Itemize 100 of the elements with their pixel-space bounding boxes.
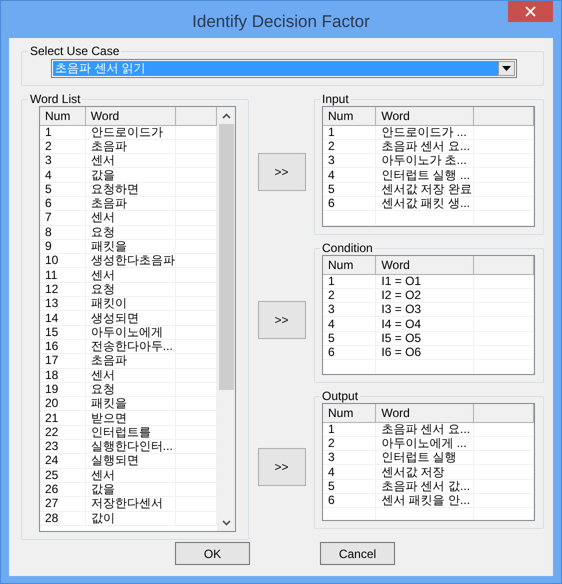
table-cell: 20 [40,396,86,411]
table-cell: 4 [323,316,376,332]
table-cell: 인터럽트 실행 ... [376,168,474,182]
group-label: Input [321,92,350,106]
table-cell: 안드로이드가 [85,125,176,140]
column-header[interactable]: Num [323,256,376,274]
table-cell: 12 [40,282,86,297]
group-label: Condition [321,241,374,255]
table-cell: 3 [40,154,86,168]
table-cell: 아두이노에게 ... [376,436,474,451]
group-label: Output [321,389,360,403]
table-cell: 센서 패킷을 안... [376,493,474,508]
column-header[interactable]: Word [376,404,474,422]
column-header[interactable]: Num [40,107,86,125]
column-header[interactable]: Num [323,404,376,422]
table-cell: 3 [323,450,376,465]
table-cell: 1 [323,274,376,288]
table-cell: 22 [40,425,86,440]
table-cell: I4 = O4 [376,316,474,332]
dialog-button[interactable]: OK [175,542,250,565]
table-cell: 5 [323,331,376,346]
table-cell: I5 = O5 [376,331,474,346]
table-cell: 6 [323,493,376,508]
table-cell: 값이 [85,511,176,526]
move-button[interactable]: >> [258,301,306,339]
column-header[interactable]: Num [323,107,376,125]
column-header[interactable]: Word [376,256,474,274]
table-cell: 25 [40,468,86,482]
table-cell: 6 [323,345,376,360]
table-cell: 센서값 저장 [376,464,474,480]
table-cell: I1 = O1 [376,274,474,288]
table-cell: 요청 [85,382,176,397]
table-cell: 2 [323,436,376,451]
table-cell: 16 [40,339,86,354]
dropdown-value: 초음파 센서 읽기 [53,61,498,76]
close-button[interactable] [508,1,553,22]
table-cell: 생성한다초음파 [85,254,176,268]
table-cell: 4 [323,464,376,480]
scroll-up-icon[interactable] [222,112,230,118]
table-cell: 아두이노에게 [85,325,176,340]
table-cell: 7 [40,210,86,226]
scroll-down-icon[interactable] [222,520,230,526]
table-cell: 13 [40,296,86,311]
table-cell: 아두이노가 초... [376,154,474,168]
table-cell: 초음파 [85,354,176,368]
column-header[interactable]: Word [85,107,176,125]
table-cell: 전송한다아두... [85,339,176,354]
table-cell: 6 [40,196,86,211]
table-cell: 23 [40,440,86,454]
table-cell: 27 [40,496,86,512]
table-cell: 값을 [85,168,176,182]
table-cell: 센서 [85,368,176,382]
table-cell: 패킷을 [85,396,176,411]
table-cell: 17 [40,354,86,368]
table-cell: 15 [40,325,86,340]
table-cell: 저장한다센서 [85,496,176,512]
table-cell: 실행되면 [85,454,176,468]
table-cell: 센서 [85,268,176,282]
dialog-button[interactable]: Cancel [320,542,395,565]
close-icon [525,6,536,17]
table-cell: 요청하면 [85,182,176,196]
table-cell: 패킷이 [85,296,176,311]
table-cell: 초음파 센서 요... [376,139,474,154]
table-cell: 21 [40,410,86,426]
table-cell: 2 [323,139,376,154]
table-cell: 1 [323,125,376,140]
table-cell: 18 [40,368,86,382]
table-cell: 19 [40,382,86,397]
window-title: Identify Decision Factor [192,10,370,33]
table-cell: 인터럽트 실행 [376,450,474,465]
table-cell: 3 [323,302,376,317]
move-button[interactable]: >> [258,152,306,190]
table-cell: 초음파 [85,139,176,154]
table-cell: 초음파 [85,196,176,211]
table-cell: 요청 [85,282,176,297]
table-cell: I3 = O3 [376,302,474,317]
table-cell: 9 [40,239,86,254]
table-cell: 2 [40,139,86,154]
column-header[interactable]: Word [376,107,474,125]
table-cell: 1 [323,422,376,436]
table-cell: 안드로이드가 ... [376,125,474,140]
table-cell: 센서값 패킷 생... [376,196,474,211]
table-cell: 생성되면 [85,310,176,326]
table-cell: 5 [40,182,86,196]
table-cell: 28 [40,511,86,526]
table-cell: 초음파 센서 값... [376,479,474,494]
group-label: Word List [29,92,82,106]
table-cell: 인터럽트를 [85,425,176,440]
table-cell: 센서 [85,210,176,226]
table-cell: I6 = O6 [376,345,474,360]
group-label: Select Use Case [29,44,120,58]
table-cell: 요청 [85,225,176,240]
dropdown-arrow-icon [502,66,511,71]
table-cell: 실행한다인터... [85,440,176,454]
table-cell: 5 [323,479,376,494]
table-cell: 10 [40,254,86,268]
table-cell: 14 [40,310,86,326]
scrollbar-thumb[interactable] [218,124,234,390]
table-cell: 26 [40,482,86,497]
move-button[interactable]: >> [258,448,306,486]
